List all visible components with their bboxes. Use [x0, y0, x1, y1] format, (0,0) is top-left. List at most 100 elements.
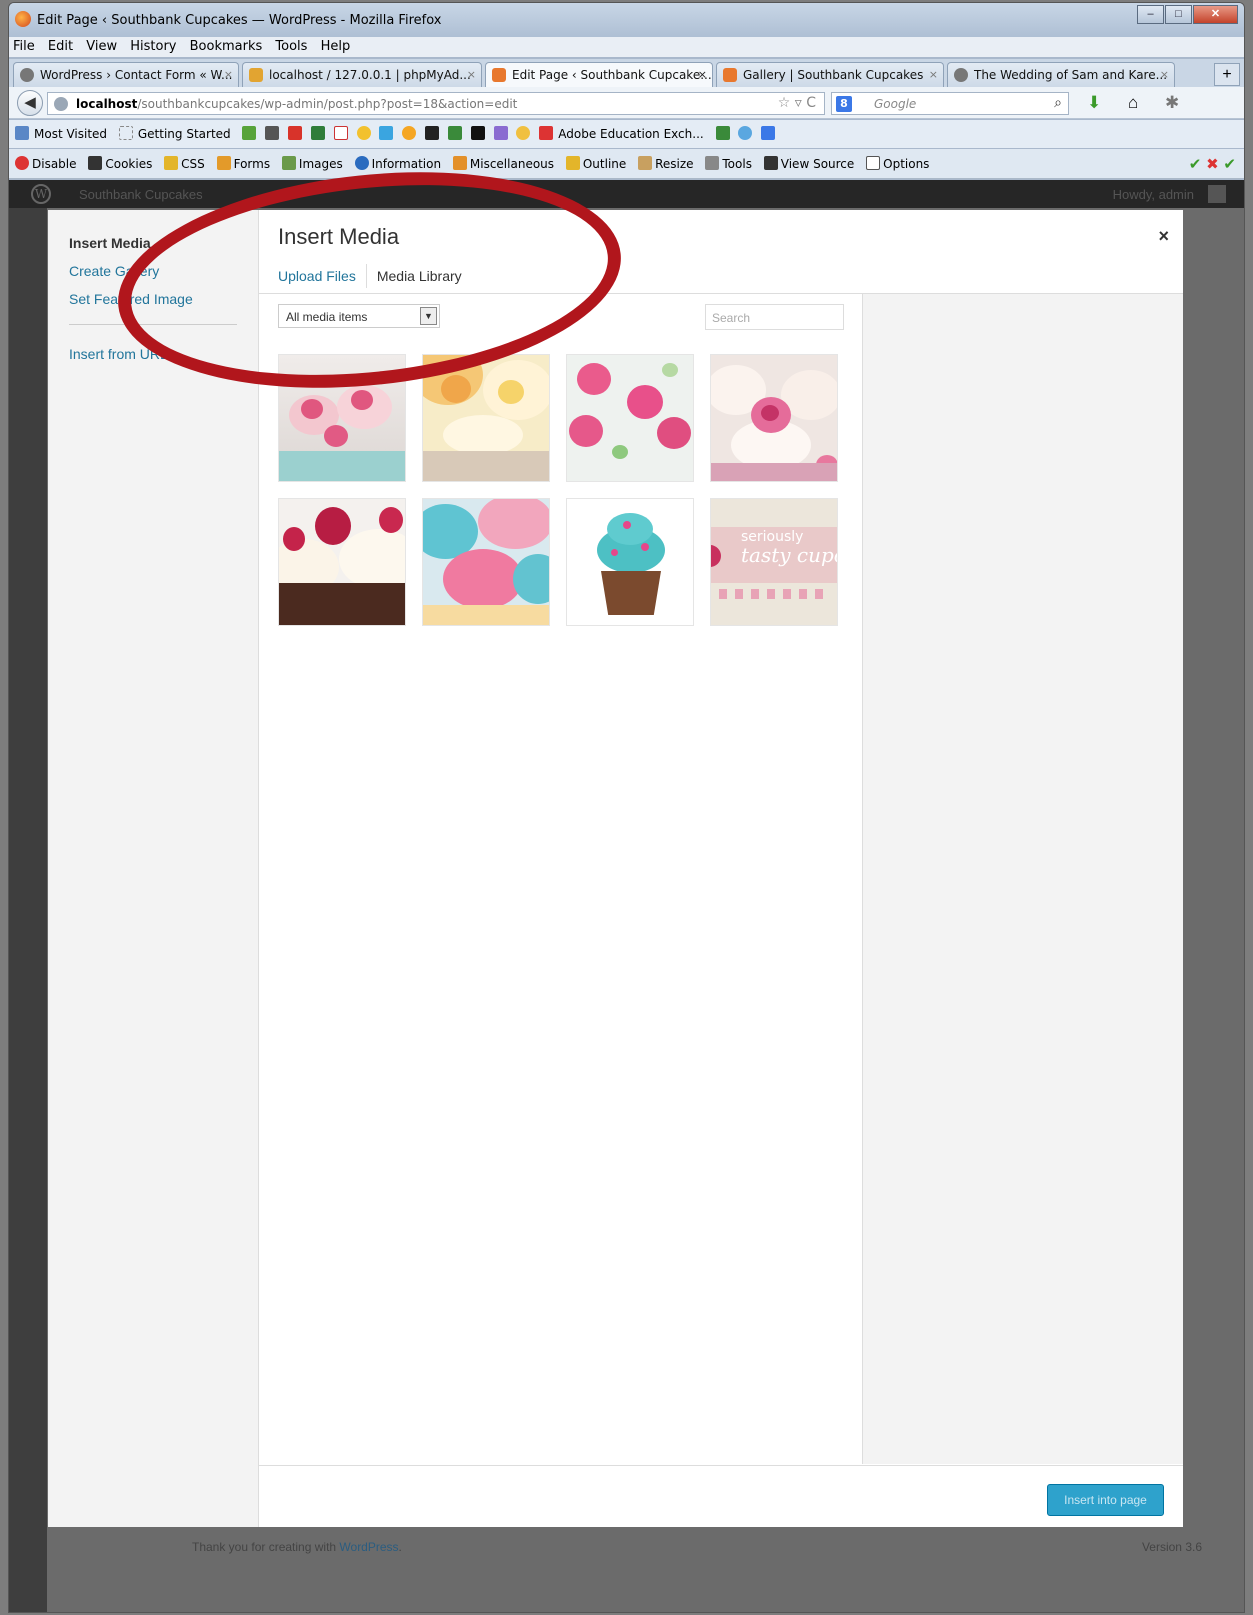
menu-file[interactable]: File	[13, 39, 35, 54]
attachment-thumbnail[interactable]	[710, 354, 838, 482]
bookmark-getting-started[interactable]: Getting Started	[138, 127, 231, 141]
avatar[interactable]	[1208, 185, 1226, 203]
tab-label: localhost / 127.0.0.1 | phpMyAd...	[269, 68, 471, 82]
site-favicon-icon	[723, 68, 737, 82]
insert-media-modal: Insert Media Create Gallery Set Featured…	[48, 210, 1183, 1527]
bookmark-most-visited[interactable]: Most Visited	[34, 127, 107, 141]
site-favicon-icon	[492, 68, 506, 82]
menu-tools[interactable]: Tools	[275, 39, 307, 54]
bookmark-icon[interactable]	[715, 126, 730, 140]
footer-text: Thank you for creating with	[192, 1540, 340, 1554]
options-icon	[866, 156, 881, 170]
menu-history[interactable]: History	[130, 39, 176, 54]
check-icon: ✔	[1223, 155, 1236, 173]
search-engine-icon[interactable]: 8	[836, 96, 852, 112]
insert-into-page-button[interactable]: Insert into page	[1047, 1484, 1164, 1516]
search-icon[interactable]: ⌕	[1054, 95, 1062, 111]
site-name[interactable]: Southbank Cupcakes	[79, 187, 203, 202]
dev-outline[interactable]: Outline	[583, 157, 626, 171]
bookmark-icon[interactable]	[470, 126, 485, 140]
bookmark-adobe-education[interactable]: Adobe Education Exch...	[558, 127, 703, 141]
web-developer-toolbar: Disable Cookies CSS Forms Images Informa…	[9, 149, 1244, 179]
menu-insert-media[interactable]: Insert Media	[69, 235, 151, 251]
back-button[interactable]: ◀	[17, 90, 43, 116]
forms-icon	[216, 156, 231, 170]
banner-text: tasty cupc	[741, 543, 838, 567]
tab-label: Gallery | Southbank Cupcakes	[743, 68, 924, 82]
url-bar[interactable]: localhost/southbankcupcakes/wp-admin/pos…	[47, 92, 825, 115]
search-bar[interactable]: 8 Google ⌕	[831, 92, 1069, 115]
close-tab-icon[interactable]: ×	[224, 68, 233, 81]
tab-edit-page[interactable]: Edit Page ‹ Southbank Cupcake... ×	[485, 62, 713, 87]
tab-phpmyadmin[interactable]: localhost / 127.0.0.1 | phpMyAd... ×	[242, 62, 482, 87]
amazon-icon[interactable]	[425, 126, 440, 140]
gmail-icon[interactable]	[333, 126, 348, 140]
wp-footer: Thank you for creating with WordPress.	[192, 1540, 402, 1554]
media-search-input[interactable]: Search	[705, 304, 844, 330]
bookmark-star-icon[interactable]: ☆ ▿ C	[778, 95, 816, 111]
bookmark-icon[interactable]	[761, 126, 776, 140]
dev-css[interactable]: CSS	[181, 157, 205, 171]
download-icon[interactable]: ⬇	[1087, 93, 1101, 112]
view-source-icon	[763, 156, 778, 170]
close-window-button[interactable]: ✕	[1193, 5, 1238, 24]
tab-contact-form[interactable]: WordPress › Contact Form « W... ×	[13, 62, 239, 87]
bookmark-icon[interactable]	[738, 126, 753, 140]
close-tab-icon[interactable]: ×	[1160, 68, 1169, 81]
close-tab-icon[interactable]: ×	[929, 68, 938, 81]
menu-edit[interactable]: Edit	[48, 39, 73, 54]
php-icon[interactable]	[493, 126, 508, 140]
dev-tools[interactable]: Tools	[722, 157, 752, 171]
close-icon[interactable]: ×	[1158, 226, 1169, 247]
dev-cookies[interactable]: Cookies	[105, 157, 152, 171]
howdy-user[interactable]: Howdy, admin	[1113, 187, 1194, 202]
adobe-icon[interactable]	[288, 126, 303, 140]
footer-period: .	[398, 1540, 402, 1554]
twitter-icon[interactable]	[379, 126, 394, 140]
bookmark-icon[interactable]	[402, 126, 417, 140]
wp-admin-bar: W Southbank Cupcakes Howdy, admin	[9, 180, 1244, 208]
error-icon: ✖	[1206, 155, 1219, 173]
close-tab-icon[interactable]: ×	[467, 68, 476, 81]
adobe-icon	[539, 126, 554, 140]
tab-gallery[interactable]: Gallery | Southbank Cupcakes ×	[716, 62, 944, 87]
dev-disable[interactable]: Disable	[32, 157, 77, 171]
dreamweaver-icon[interactable]	[310, 126, 325, 140]
menu-help[interactable]: Help	[321, 39, 351, 54]
media-frame-menu: Insert Media Create Gallery Set Featured…	[48, 210, 259, 1527]
addon-icon[interactable]: ✱	[1165, 93, 1179, 112]
menu-view[interactable]: View	[86, 39, 117, 54]
attachment-thumbnail[interactable]	[566, 354, 694, 482]
minimize-button[interactable]: –	[1137, 5, 1164, 24]
bookmark-icon[interactable]	[242, 126, 257, 140]
dev-resize[interactable]: Resize	[655, 157, 693, 171]
menu-bookmarks[interactable]: Bookmarks	[190, 39, 263, 54]
dev-options[interactable]: Options	[883, 157, 929, 171]
bookmark-icon[interactable]	[356, 126, 371, 140]
bookmark-icon[interactable]	[265, 126, 280, 140]
bookmark-icon[interactable]	[516, 126, 531, 140]
attachment-thumbnail[interactable]	[566, 498, 694, 626]
window-title: Edit Page ‹ Southbank Cupcakes — WordPre…	[37, 13, 442, 28]
bookmark-icon[interactable]	[447, 126, 462, 140]
attachment-thumbnail[interactable]	[278, 498, 406, 626]
dev-miscellaneous[interactable]: Miscellaneous	[470, 157, 554, 171]
close-tab-icon[interactable]: ×	[698, 68, 707, 81]
dev-view-source[interactable]: View Source	[781, 157, 855, 171]
wordpress-logo-icon[interactable]: W	[31, 184, 51, 204]
phpmyadmin-icon	[249, 68, 263, 82]
attachment-thumbnail[interactable]	[422, 498, 550, 626]
dev-images[interactable]: Images	[299, 157, 343, 171]
new-tab-button[interactable]: +	[1214, 63, 1240, 86]
maximize-button[interactable]: □	[1165, 5, 1192, 24]
resize-icon	[638, 156, 653, 170]
home-icon[interactable]: ⌂	[1128, 93, 1138, 112]
menu-bar: File Edit View History Bookmarks Tools H…	[9, 37, 1244, 57]
check-icon: ✔	[1188, 155, 1202, 173]
attachment-thumbnail[interactable]: seriously tasty cupc	[710, 498, 838, 626]
dev-information[interactable]: Information	[372, 157, 441, 171]
dev-forms[interactable]: Forms	[234, 157, 270, 171]
tab-label: Edit Page ‹ Southbank Cupcake...	[512, 68, 712, 82]
tab-wedding[interactable]: The Wedding of Sam and Kare... ×	[947, 62, 1175, 87]
footer-wordpress-link[interactable]: WordPress	[339, 1540, 398, 1554]
